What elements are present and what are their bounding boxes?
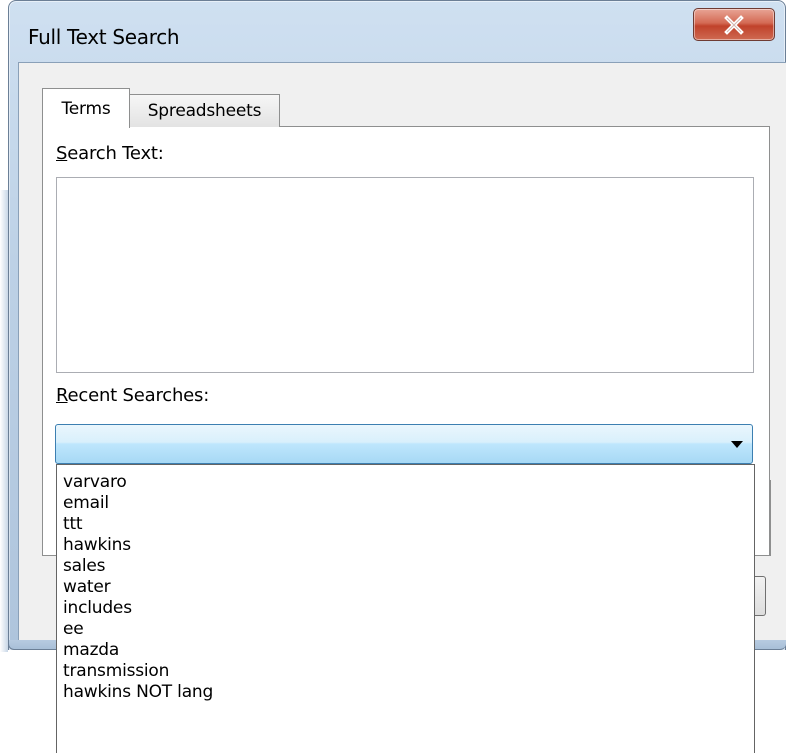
recent-searches-dropdown-list: varvaro email ttt hawkins sales water in…	[56, 464, 755, 753]
window-frame-left-edge	[0, 190, 8, 652]
dropdown-option[interactable]: sales	[63, 556, 106, 576]
dropdown-option[interactable]: hawkins NOT lang	[63, 682, 213, 702]
chevron-down-icon[interactable]	[730, 440, 744, 449]
recent-searches-label-accelerator: R	[56, 385, 68, 406]
search-text-label-rest: earch Text:	[67, 143, 164, 164]
dropdown-option[interactable]: includes	[63, 598, 132, 618]
recent-searches-label-rest: ecent Searches:	[67, 385, 210, 406]
dropdown-option[interactable]: email	[63, 493, 109, 513]
dropdown-option[interactable]: hawkins	[63, 535, 131, 555]
dropdown-option[interactable]: ttt	[63, 514, 83, 534]
dropdown-option[interactable]: water	[63, 577, 111, 597]
tab-spreadsheets[interactable]: Spreadsheets	[129, 94, 280, 127]
dropdown-option[interactable]: varvaro	[63, 472, 127, 492]
dropdown-option[interactable]: ee	[63, 619, 84, 639]
hidden-dialog-button[interactable]	[754, 576, 766, 616]
hidden-panel-edge	[756, 480, 771, 556]
recent-searches-label: Recent Searches:	[56, 385, 209, 406]
search-text-label: Search Text:	[56, 143, 164, 164]
search-text-input[interactable]	[56, 177, 754, 373]
dropdown-option[interactable]: mazda	[63, 640, 119, 660]
window-title: Full Text Search	[28, 25, 180, 49]
close-icon	[724, 14, 744, 35]
dropdown-option[interactable]: transmission	[63, 661, 169, 681]
recent-searches-combobox[interactable]	[55, 424, 753, 464]
close-button[interactable]	[693, 8, 775, 41]
search-text-label-accelerator: S	[56, 143, 68, 164]
tab-terms[interactable]: Terms	[42, 88, 130, 128]
